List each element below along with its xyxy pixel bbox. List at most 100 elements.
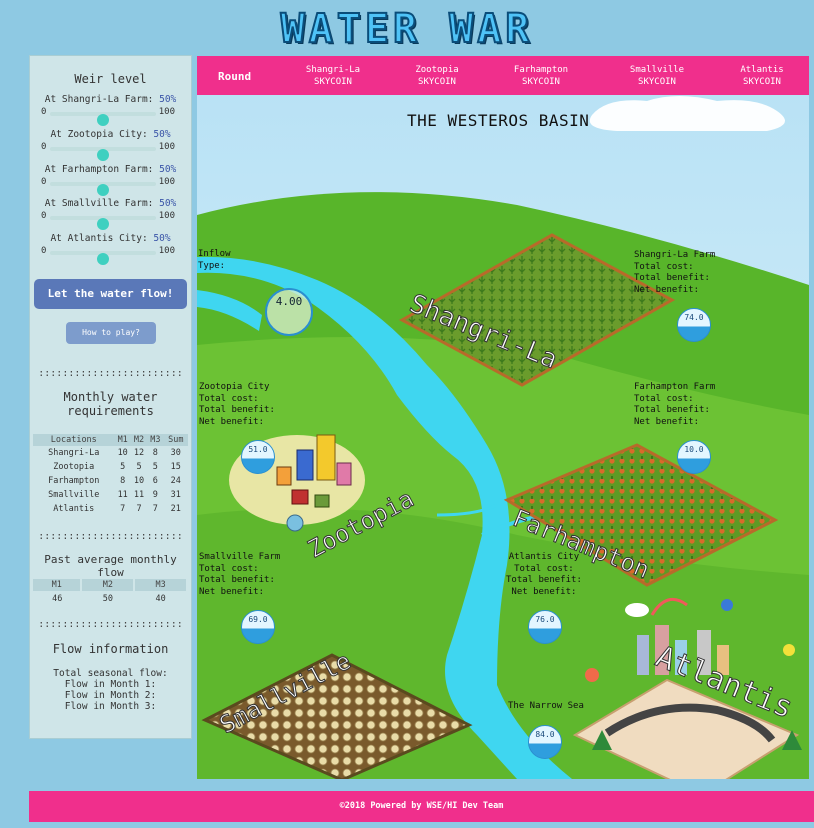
table-cell: 5	[152, 462, 158, 472]
requirements-table: Locations M1 M2 M3 Sum Shangri-La 10 12 8 30…	[33, 434, 188, 516]
column-header: M3	[147, 434, 164, 446]
zootopia-info: Zootopia City Total cost: Total benefit:…	[199, 382, 275, 428]
place-name: Shangri-La Farm	[634, 250, 716, 260]
net-benefit-label: Net benefit:	[511, 586, 577, 597]
table-row: Farhampton 8 10 6 24	[33, 474, 188, 488]
score-smallville: Smallville SKYCOIN	[619, 64, 695, 88]
table-cell: Shangri-La	[48, 448, 100, 458]
total-cost-label: Total cost:	[634, 261, 694, 272]
table-cell: 15	[170, 462, 181, 472]
weir-slider-shangri-la[interactable]	[50, 112, 156, 126]
slider-max: 100	[158, 177, 175, 187]
weir-slider-farhampton[interactable]	[50, 182, 156, 196]
score-unit: SKYCOIN	[314, 77, 352, 87]
net-benefit-label: Net benefit:	[199, 586, 265, 597]
score-farhampton: Farhampton SKYCOIN	[503, 64, 579, 88]
table-cell: 30	[170, 448, 181, 458]
weir-slider-zootopia[interactable]	[50, 147, 156, 161]
game-title: WATER WAR	[280, 5, 534, 53]
weir-slider-atlantis[interactable]	[50, 251, 156, 265]
slider-min: 0	[41, 107, 47, 117]
table-cell: 12	[133, 448, 145, 458]
slider-knob[interactable]	[97, 253, 109, 265]
place-name: Farhampton Farm	[634, 382, 716, 392]
table-cell: 7	[152, 504, 158, 514]
divider: ::::::::::::::::::::::::	[38, 619, 183, 630]
table-row: 46 50 40	[33, 591, 187, 607]
inflow-info: Inflow Type:	[198, 249, 231, 272]
column-header: M2	[81, 579, 136, 591]
slider-knob[interactable]	[97, 218, 109, 230]
round-label: Round	[218, 70, 252, 83]
weir-percent: 50%	[159, 94, 177, 105]
table-cell: 31	[170, 490, 181, 500]
let-water-flow-button[interactable]: Let the water flow!	[34, 279, 187, 309]
table-row: Zootopia 5 5 5 15	[33, 460, 188, 474]
column-header: Locations	[33, 434, 115, 446]
inflow-type: Type:	[198, 260, 226, 271]
slider-max: 100	[158, 142, 175, 152]
score-name: Atlantis	[740, 65, 784, 75]
divider: ::::::::::::::::::::::::	[38, 368, 183, 379]
score-unit: SKYCOIN	[418, 77, 456, 87]
column-header: M1	[114, 434, 131, 446]
score-unit: SKYCOIN	[638, 77, 676, 87]
score-zootopia: Zootopia SKYCOIN	[401, 64, 473, 88]
atlantis-water-badge: 76.0	[528, 610, 562, 644]
slider-min: 0	[41, 246, 47, 256]
score-unit: SKYCOIN	[743, 77, 781, 87]
table-cell: 40	[155, 594, 166, 604]
slider-min: 0	[41, 142, 47, 152]
weir-label: At Farhampton Farm:	[44, 164, 160, 175]
narrow-sea-water-badge: 84.0	[528, 725, 562, 759]
flow-info: Total seasonal flow: Flow in Month 1: Fl…	[30, 668, 191, 712]
table-cell: 50	[102, 594, 113, 604]
table-cell: Farhampton	[48, 476, 100, 486]
farhampton-info: Farhampton Farm Total cost: Total benefi…	[634, 382, 715, 428]
farhampton-water-badge: 10.0	[677, 440, 711, 474]
slider-min: 0	[41, 177, 47, 187]
column-header: M1	[33, 579, 83, 591]
total-benefit-label: Total benefit:	[634, 405, 710, 415]
how-to-play-button[interactable]: How to play?	[66, 322, 156, 344]
slider-knob[interactable]	[97, 114, 109, 126]
table-cell: Atlantis	[53, 504, 95, 514]
atlantis-info: Atlantis City Total cost: Total benefit:…	[506, 552, 582, 598]
table-cell: 5	[136, 462, 142, 472]
weir-slider-smallville[interactable]	[50, 216, 156, 230]
inflow-value-bubble: 4.00	[265, 288, 313, 336]
table-row: Atlantis 7 7 7 21	[33, 502, 188, 516]
net-benefit-label: Net benefit:	[199, 416, 265, 427]
slider-max: 100	[158, 107, 175, 117]
total-benefit-label: Total benefit:	[199, 405, 275, 415]
table-row: Shangri-La 10 12 8 30	[33, 446, 188, 460]
table-row: Smallville 11 11 9 31	[33, 488, 188, 502]
slider-max: 100	[158, 246, 175, 256]
inflow-label: Inflow	[198, 249, 231, 259]
score-name: Zootopia	[415, 65, 459, 75]
score-shangri-la: Shangri-La SKYCOIN	[297, 64, 369, 88]
total-cost-label: Total cost:	[199, 563, 259, 574]
footer: ©2018 Powered by WSE/HI Dev Team	[29, 791, 814, 822]
flow-info-line: Flow in Month 2:	[64, 690, 157, 701]
narrow-sea-label: The Narrow Sea	[508, 701, 584, 711]
net-benefit-label: Net benefit:	[634, 416, 700, 427]
place-name: Smallville Farm	[199, 552, 281, 562]
column-header: Sum	[163, 434, 188, 446]
slider-max: 100	[158, 211, 175, 221]
weir-farhampton: At Farhampton Farm: 50% 0 100	[30, 164, 191, 198]
basin-map: THE WESTEROS BASIN Inflow Type: 4.00 Sha…	[197, 95, 809, 779]
slider-knob[interactable]	[97, 149, 109, 161]
table-cell: 8	[120, 476, 126, 486]
score-name: Shangri-La	[305, 65, 361, 75]
place-name: Zootopia City	[199, 382, 270, 392]
table-cell: 7	[120, 504, 126, 514]
table-cell: 46	[52, 594, 63, 604]
weir-heading: Weir level	[74, 72, 147, 86]
total-benefit-label: Total benefit:	[506, 575, 582, 585]
shangri-la-water-badge: 74.0	[677, 308, 711, 342]
slider-knob[interactable]	[97, 184, 109, 196]
total-benefit-label: Total benefit:	[199, 575, 275, 585]
past-flow-heading: Past average monthly flow	[44, 553, 177, 579]
weir-atlantis: At Atlantis City: 50% 0 100	[30, 233, 191, 267]
